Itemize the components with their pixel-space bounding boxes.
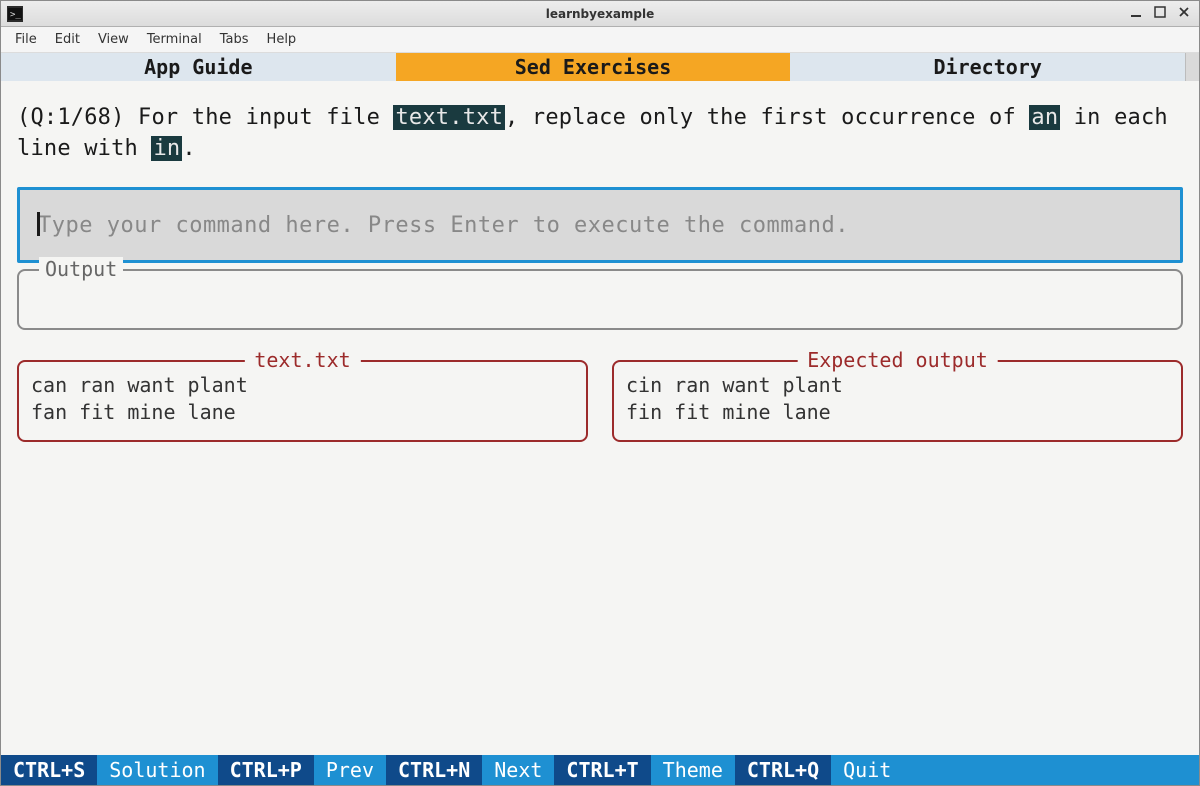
menu-view[interactable]: View <box>90 29 137 50</box>
question-text: (Q:1/68) For the input file text.txt, re… <box>17 103 1183 165</box>
window-controls <box>1129 6 1199 21</box>
expected-output-label: Expected output <box>797 348 998 372</box>
menu-help[interactable]: Help <box>259 29 305 50</box>
footer-label-next[interactable]: Next <box>482 755 554 785</box>
input-file-label: text.txt <box>244 348 360 372</box>
question-token-an: an <box>1029 105 1060 130</box>
close-button[interactable] <box>1177 6 1191 21</box>
text-cursor <box>37 212 40 236</box>
footer-key-next[interactable]: CTRL+N <box>386 755 482 785</box>
question-mid1: , replace only the first occurrence of <box>505 105 1029 130</box>
question-token-in: in <box>151 136 182 161</box>
maximize-button[interactable] <box>1153 6 1167 21</box>
main-panel: (Q:1/68) For the input file text.txt, re… <box>1 81 1199 755</box>
window-title: learnbyexample <box>1 7 1199 21</box>
svg-text:>_: >_ <box>10 10 21 20</box>
footer-key-quit[interactable]: CTRL+Q <box>735 755 831 785</box>
footer-key-prev[interactable]: CTRL+P <box>218 755 314 785</box>
keybinding-footer: CTRL+S Solution CTRL+P Prev CTRL+N Next … <box>1 755 1199 785</box>
minimize-button[interactable] <box>1129 6 1143 21</box>
footer-label-prev[interactable]: Prev <box>314 755 386 785</box>
terminal-app-icon: >_ <box>7 6 23 22</box>
tab-directory[interactable]: Directory <box>790 53 1185 81</box>
tab-app-guide[interactable]: App Guide <box>1 53 396 81</box>
io-row: text.txt can ran want plant fan fit mine… <box>17 360 1183 442</box>
app-content: App Guide Sed Exercises Directory (Q:1/6… <box>1 53 1199 785</box>
expected-output-box: Expected output cin ran want plant fin f… <box>612 360 1183 442</box>
titlebar: >_ learnbyexample <box>1 1 1199 27</box>
tab-sed-exercises[interactable]: Sed Exercises <box>396 53 791 81</box>
expected-output-content: cin ran want plant fin fit mine lane <box>626 372 1169 426</box>
footer-label-quit[interactable]: Quit <box>831 755 1199 785</box>
input-file-content: can ran want plant fan fit mine lane <box>31 372 574 426</box>
footer-key-solution[interactable]: CTRL+S <box>1 755 97 785</box>
command-placeholder: Type your command here. Press Enter to e… <box>38 213 849 238</box>
menu-terminal[interactable]: Terminal <box>139 29 210 50</box>
app-window: >_ learnbyexample File Edit View Termina… <box>0 0 1200 786</box>
output-label: Output <box>39 257 123 281</box>
question-file-token: text.txt <box>393 105 505 130</box>
command-input[interactable]: Type your command here. Press Enter to e… <box>17 187 1183 263</box>
footer-label-theme[interactable]: Theme <box>651 755 735 785</box>
menu-tabs[interactable]: Tabs <box>212 29 257 50</box>
question-suffix: . <box>182 136 195 161</box>
menu-file[interactable]: File <box>7 29 45 50</box>
menubar: File Edit View Terminal Tabs Help <box>1 27 1199 53</box>
input-file-box: text.txt can ran want plant fan fit mine… <box>17 360 588 442</box>
scrollbar-gutter[interactable] <box>1185 53 1199 81</box>
question-prefix: (Q:1/68) For the input file <box>17 105 393 130</box>
output-frame: Output <box>17 269 1183 330</box>
footer-key-theme[interactable]: CTRL+T <box>554 755 650 785</box>
menu-edit[interactable]: Edit <box>47 29 88 50</box>
footer-label-solution[interactable]: Solution <box>97 755 217 785</box>
tab-bar: App Guide Sed Exercises Directory <box>1 53 1199 81</box>
